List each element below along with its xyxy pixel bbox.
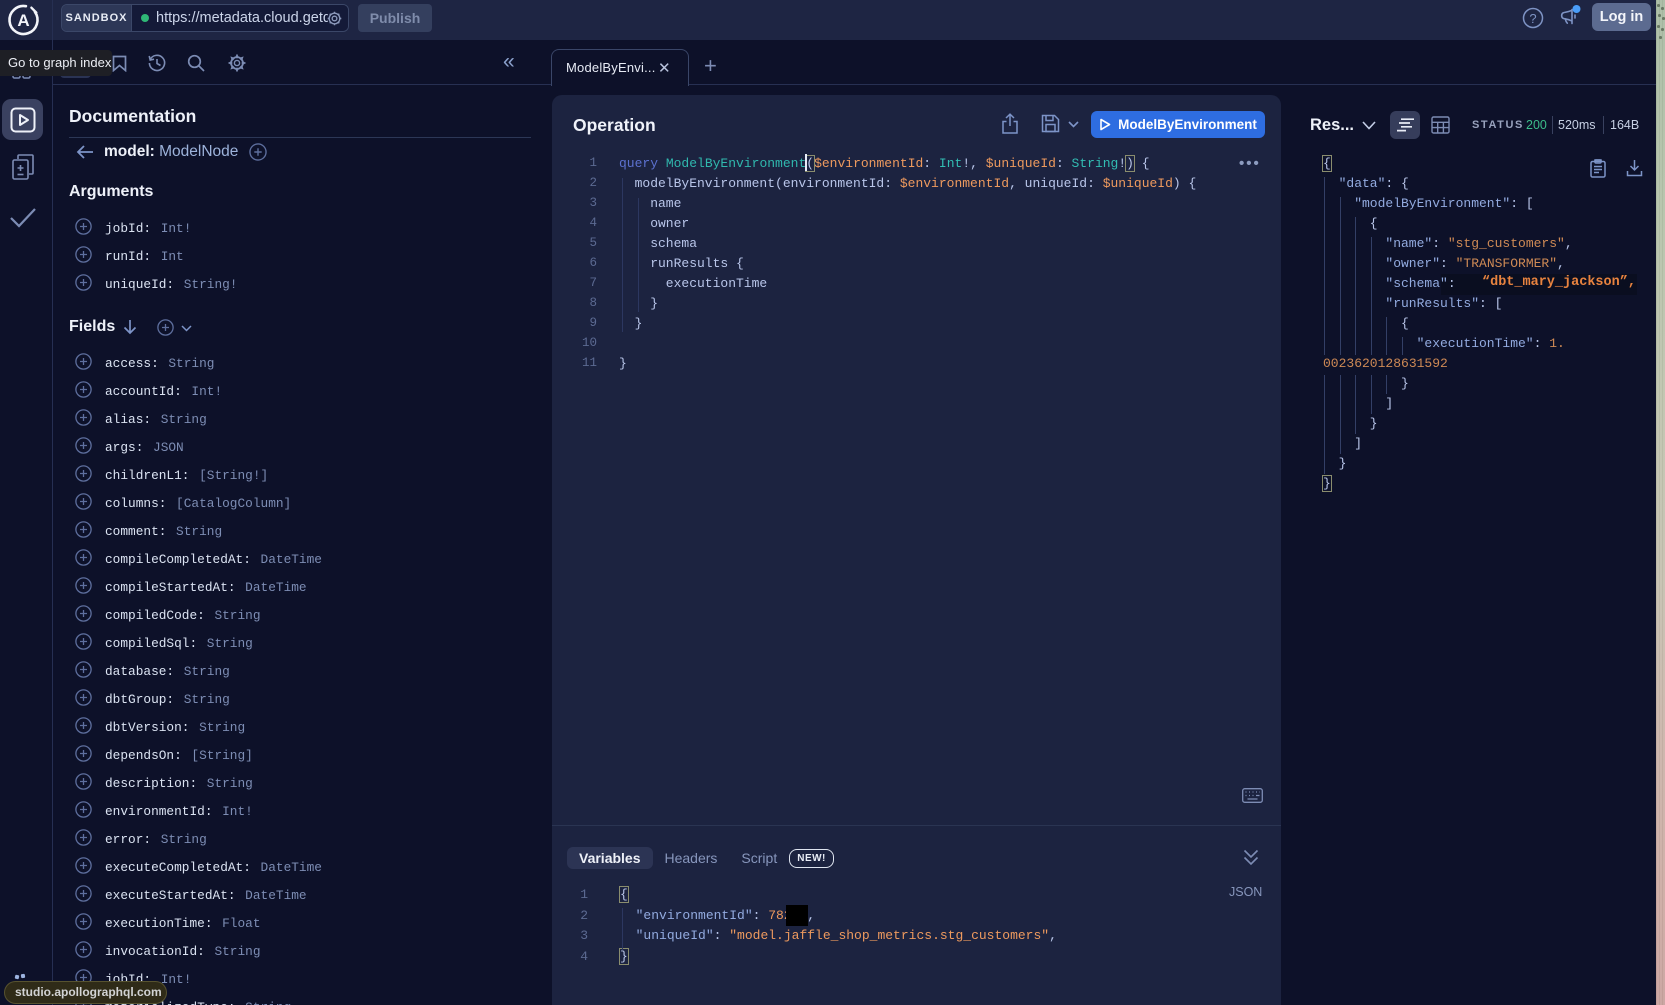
svg-text:A: A <box>17 11 29 30</box>
svg-text:?: ? <box>1529 11 1536 26</box>
